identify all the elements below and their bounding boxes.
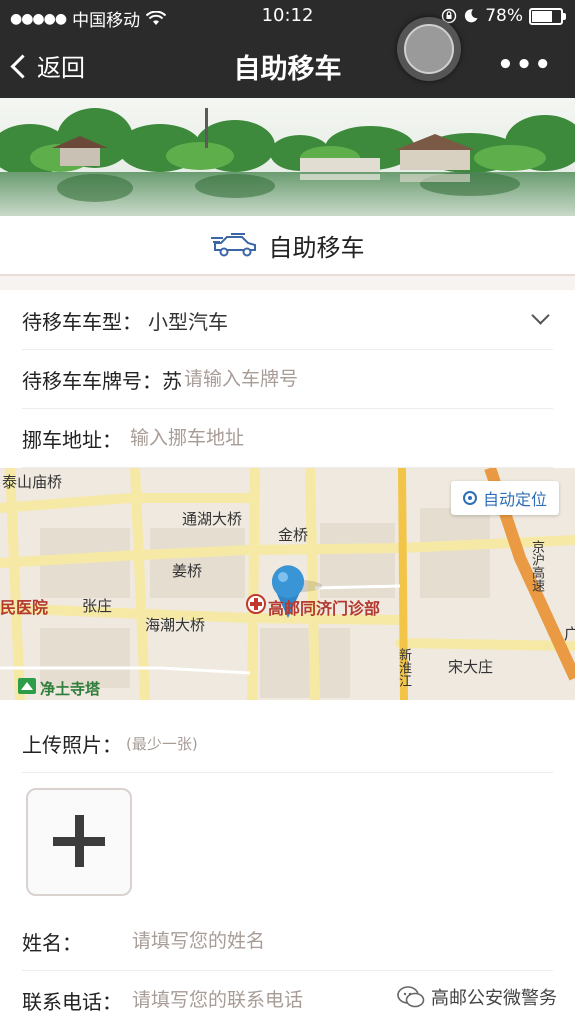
address-input[interactable] <box>128 426 432 450</box>
wechat-icon <box>397 986 425 1008</box>
watermark: 高邮公安微警务 <box>397 984 557 1010</box>
add-photo-button[interactable] <box>26 788 132 896</box>
map-view[interactable]: 泰山庙桥 通湖大桥 金桥 姜桥 民医院 张庄 海潮大桥 高邮同济门诊部 净土寺塔… <box>0 468 575 700</box>
status-bar: ●●●●● 中国移动 10:12 78% <box>0 0 575 34</box>
page-header-title: 自助移车 <box>268 233 365 262</box>
map-label-jiangqiao: 姜桥 <box>172 562 203 580</box>
plate-label: 待移车车牌号： <box>22 368 162 393</box>
name-input[interactable] <box>130 929 394 953</box>
car-tow-icon <box>210 233 256 257</box>
auto-locate-label: 自动定位 <box>482 490 547 509</box>
address-label: 挪车地址： <box>22 427 122 452</box>
plate-row: 待移车车牌号： 苏 <box>22 350 553 409</box>
name-row: 姓名： <box>22 912 553 971</box>
plate-prefix[interactable]: 苏 <box>162 365 182 394</box>
car-type-value[interactable]: 小型汽车 <box>148 306 228 335</box>
photo-hint: (最少一张) <box>126 734 198 753</box>
photo-label: 上传照片： <box>22 732 122 757</box>
map-label-edge: 广 <box>564 625 575 643</box>
phone-input[interactable] <box>130 988 374 1012</box>
photo-row: 上传照片： (最少一张) <box>22 714 553 773</box>
name-label: 姓名： <box>22 930 82 955</box>
battery-icon <box>529 7 566 25</box>
map-label-zhangzhuang: 张庄 <box>82 597 113 615</box>
section-divider <box>0 276 575 290</box>
battery-percent: 78% <box>485 6 523 26</box>
address-row: 挪车地址： <box>22 409 553 468</box>
phone-label: 联系电话： <box>22 989 122 1014</box>
map-label-tonghu: 通湖大桥 <box>182 510 243 528</box>
auto-locate-button[interactable]: 自动定位 <box>450 481 559 515</box>
car-type-label: 待移车车型： <box>22 309 142 334</box>
map-label-taishan: 泰山庙桥 <box>2 473 63 491</box>
floating-assistive-button[interactable] <box>397 17 461 81</box>
chevron-down-icon[interactable] <box>531 306 550 325</box>
plate-input[interactable] <box>182 367 446 391</box>
more-menu-button[interactable]: ••• <box>497 50 553 80</box>
page-header: 自助移车 <box>0 216 575 276</box>
map-label-clinic: 高邮同济门诊部 <box>268 599 381 618</box>
map-label-hospital: 民医院 <box>0 598 49 617</box>
map-label-jinqiao: 金桥 <box>278 526 309 544</box>
map-label-haichao: 海潮大桥 <box>145 616 206 634</box>
car-type-row[interactable]: 待移车车型： 小型汽车 <box>22 291 553 350</box>
map-label-jinghu: 京沪高速 <box>529 540 544 592</box>
map-label-jingtu: 净土寺塔 <box>40 680 101 698</box>
locate-icon <box>462 491 477 505</box>
watermark-text: 高邮公安微警务 <box>431 988 557 1009</box>
map-label-songdazhuang: 宋大庄 <box>448 658 494 676</box>
moon-icon <box>465 9 478 23</box>
map-label-xinhuai: 新淮江 <box>396 648 411 687</box>
banner-image <box>0 98 575 216</box>
nav-bar: 返回 自助移车 ••• <box>0 34 575 98</box>
nav-title: 自助移车 <box>233 54 342 85</box>
top-bar: ●●●●● 中国移动 10:12 78% 返回 自助移车 ••• <box>0 0 575 98</box>
